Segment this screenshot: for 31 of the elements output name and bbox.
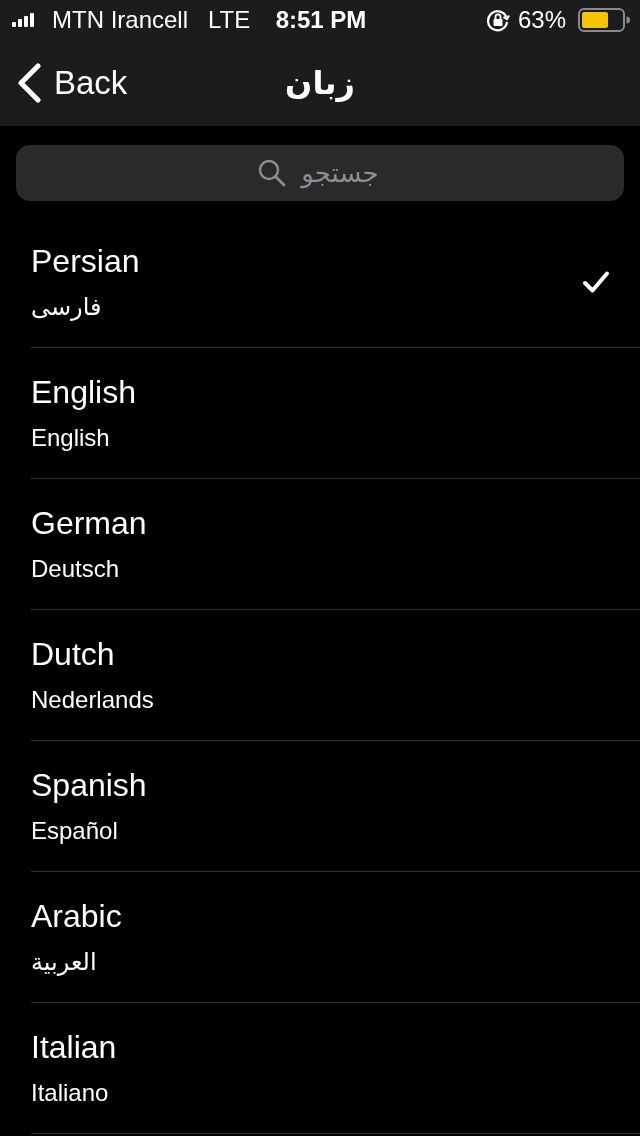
screen-title: زبان xyxy=(285,64,355,102)
search-icon xyxy=(258,159,286,187)
orientation-lock-icon xyxy=(485,8,510,32)
native-language-name: English xyxy=(31,423,110,453)
language-name: German xyxy=(31,504,147,542)
search-field[interactable]: جستجو xyxy=(16,145,624,201)
native-language-name: Deutsch xyxy=(31,554,120,584)
native-language-name: العربية xyxy=(31,947,97,977)
language-name: Persian xyxy=(31,242,140,280)
language-row[interactable]: Italian Italiano xyxy=(31,1003,640,1134)
network-type: LTE xyxy=(208,6,251,34)
back-button[interactable]: Back xyxy=(0,63,128,103)
language-row[interactable]: Dutch Nederlands xyxy=(31,610,640,741)
language-row[interactable]: English English xyxy=(31,348,640,479)
language-row[interactable]: German Deutsch xyxy=(31,479,640,610)
native-language-name: Español xyxy=(31,816,118,846)
language-name: Arabic xyxy=(31,897,122,935)
status-time: 8:51 PM xyxy=(275,6,367,34)
battery-percent: 63% xyxy=(517,6,566,34)
signal-icon xyxy=(12,13,34,27)
native-language-name: Nederlands xyxy=(31,685,154,715)
native-language-name: Italiano xyxy=(31,1078,109,1108)
language-name: Italian xyxy=(31,1028,117,1066)
language-name: English xyxy=(31,373,136,411)
language-row[interactable]: Spanish Español xyxy=(31,741,640,872)
battery-icon xyxy=(578,8,630,32)
language-name: Dutch xyxy=(31,635,115,673)
native-language-name: فارسی xyxy=(31,292,102,322)
chevron-left-icon xyxy=(16,63,42,103)
language-name: Spanish xyxy=(31,766,147,804)
carrier-name: MTN Irancell xyxy=(52,6,189,34)
